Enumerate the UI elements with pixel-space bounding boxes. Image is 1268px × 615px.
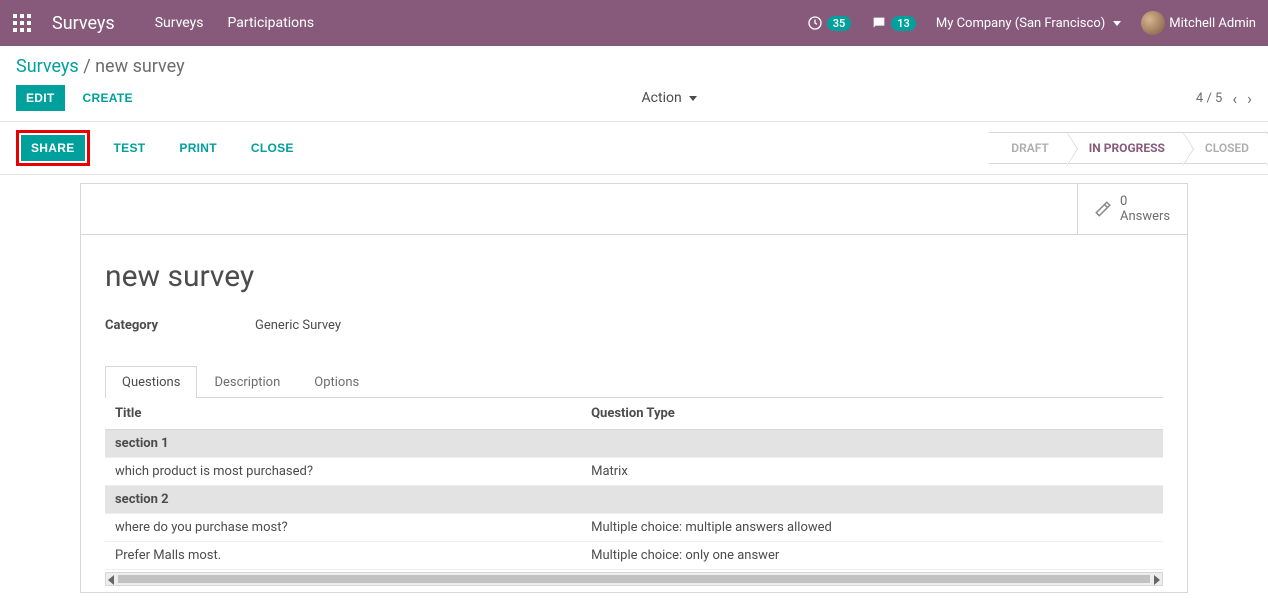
stat-label: Answers xyxy=(1120,209,1170,224)
tab-description[interactable]: Description xyxy=(197,366,297,398)
row-title: which product is most purchased? xyxy=(105,458,581,486)
avatar xyxy=(1141,11,1165,35)
top-menu: Surveys Participations xyxy=(155,15,314,31)
user-name: Mitchell Admin xyxy=(1169,16,1256,31)
breadcrumb-root[interactable]: Surveys xyxy=(16,56,79,77)
action-label: Action xyxy=(642,90,682,106)
row-type: Multiple choice: multiple answers allowe… xyxy=(581,514,1163,542)
pager-prev[interactable]: ‹ xyxy=(1232,89,1237,108)
col-title: Title xyxy=(105,398,581,430)
stat-box: 0 Answers xyxy=(80,183,1188,234)
col-type: Question Type xyxy=(581,398,1163,430)
status-buttons: SHARE TEST PRINT CLOSE xyxy=(16,130,304,166)
questions-table: Title Question Type section 1which produ… xyxy=(105,398,1163,570)
share-button[interactable]: SHARE xyxy=(21,135,85,161)
topbar: Surveys Surveys Participations 35 13 My … xyxy=(0,0,1268,46)
company-label: My Company (San Francisco) xyxy=(936,16,1105,31)
create-button[interactable]: CREATE xyxy=(73,85,143,111)
section-row[interactable]: section 2 xyxy=(105,486,1163,514)
tab-questions[interactable]: Questions xyxy=(105,366,197,398)
pager-next[interactable]: › xyxy=(1247,89,1252,108)
apps-icon[interactable] xyxy=(12,13,32,33)
chevron-down-icon xyxy=(689,96,697,101)
activity-indicator[interactable]: 35 xyxy=(807,15,852,31)
category-label: Category xyxy=(105,318,255,333)
tab-options[interactable]: Options xyxy=(297,366,376,398)
test-button[interactable]: TEST xyxy=(104,135,156,161)
company-switcher[interactable]: My Company (San Francisco) xyxy=(936,16,1121,31)
form-area: 0 Answers new survey Category Generic Su… xyxy=(0,183,1268,593)
chat-icon xyxy=(871,15,887,31)
topbar-right: 35 13 My Company (San Francisco) Mitchel… xyxy=(807,11,1256,35)
row-title: section 1 xyxy=(105,430,1163,458)
menu-participations[interactable]: Participations xyxy=(228,15,315,31)
breadcrumb: Surveys / new survey xyxy=(0,46,1268,79)
control-bar: EDIT CREATE Action 4 / 5 ‹ › xyxy=(0,79,1268,122)
row-type: Matrix xyxy=(581,458,1163,486)
menu-surveys[interactable]: Surveys xyxy=(155,15,204,31)
status-steps: DRAFT IN PROGRESS CLOSED xyxy=(989,122,1268,174)
stat-count: 0 xyxy=(1120,194,1170,209)
user-menu[interactable]: Mitchell Admin xyxy=(1141,11,1256,35)
horizontal-scrollbar[interactable] xyxy=(105,572,1163,586)
form-body: new survey Category Generic Survey Quest… xyxy=(80,234,1188,593)
edit-button[interactable]: EDIT xyxy=(16,85,65,111)
row-title: section 2 xyxy=(105,486,1163,514)
table-row[interactable]: which product is most purchased?Matrix xyxy=(105,458,1163,486)
category-value: Generic Survey xyxy=(255,318,341,333)
category-field: Category Generic Survey xyxy=(105,318,1163,333)
action-dropdown[interactable]: Action xyxy=(642,90,698,106)
section-row[interactable]: section 1 xyxy=(105,430,1163,458)
row-title: where do you purchase most? xyxy=(105,514,581,542)
breadcrumb-current: new survey xyxy=(95,56,185,77)
chevron-down-icon xyxy=(1113,21,1121,26)
highlight-box: SHARE xyxy=(16,130,90,166)
print-button[interactable]: PRINT xyxy=(169,135,227,161)
clock-icon xyxy=(807,15,823,31)
step-closed[interactable]: CLOSED xyxy=(1183,132,1268,164)
page-title: new survey xyxy=(105,259,1163,294)
step-in-progress[interactable]: IN PROGRESS xyxy=(1067,132,1183,164)
step-draft[interactable]: DRAFT xyxy=(989,132,1067,164)
app-title[interactable]: Surveys xyxy=(52,13,115,34)
pager-position: 4 / 5 xyxy=(1196,91,1222,106)
messages-indicator[interactable]: 13 xyxy=(871,15,916,31)
table-row[interactable]: Prefer Malls most.Multiple choice: only … xyxy=(105,542,1163,570)
pager: 4 / 5 ‹ › xyxy=(1196,89,1252,108)
answers-stat[interactable]: 0 Answers xyxy=(1077,184,1187,234)
status-bar: SHARE TEST PRINT CLOSE DRAFT IN PROGRESS… xyxy=(0,122,1268,175)
activity-count: 35 xyxy=(827,16,852,31)
close-button[interactable]: CLOSE xyxy=(241,135,304,161)
row-title: Prefer Malls most. xyxy=(105,542,581,570)
row-type: Multiple choice: only one answer xyxy=(581,542,1163,570)
tabs: Questions Description Options xyxy=(105,365,1163,398)
message-count: 13 xyxy=(891,16,916,31)
pencil-icon xyxy=(1094,200,1112,218)
table-row[interactable]: where do you purchase most?Multiple choi… xyxy=(105,514,1163,542)
stat-text: 0 Answers xyxy=(1120,194,1170,224)
breadcrumb-sep: / xyxy=(83,56,95,77)
